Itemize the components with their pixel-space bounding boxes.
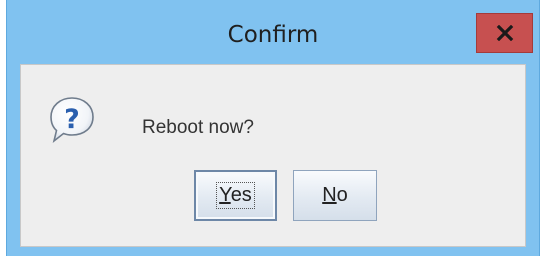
close-icon: [496, 25, 513, 41]
no-button[interactable]: No: [293, 170, 377, 221]
yes-mnemonic: Y: [219, 184, 231, 206]
yes-label-rest: es: [230, 184, 252, 206]
svg-text:?: ?: [64, 104, 80, 135]
close-button[interactable]: [476, 13, 533, 53]
dialog-title: Confirm: [227, 22, 319, 48]
confirm-dialog: Confirm ? Reboot now? Yes No: [6, 0, 540, 256]
dialog-message: Reboot now?: [142, 117, 254, 138]
yes-button[interactable]: Yes: [194, 170, 277, 221]
title-bar[interactable]: Confirm: [7, 0, 539, 64]
question-icon: ?: [50, 97, 94, 144]
no-button-label: No: [322, 184, 348, 207]
yes-button-label: Yes: [216, 182, 255, 209]
dialog-content: ? Reboot now? Yes No: [20, 64, 526, 247]
no-label-rest: o: [336, 184, 348, 206]
no-mnemonic: N: [322, 184, 337, 206]
